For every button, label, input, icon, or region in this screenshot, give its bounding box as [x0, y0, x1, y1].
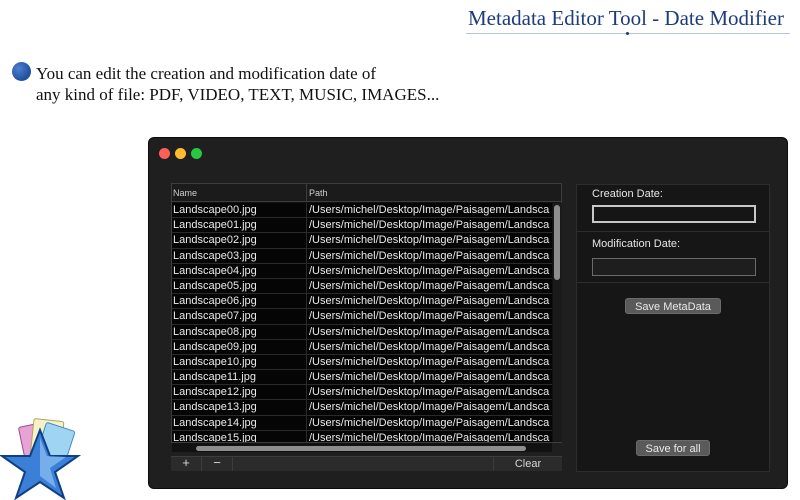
horizontal-scroll-thumb[interactable] — [196, 446, 526, 451]
file-name-cell[interactable]: Landscape00.jpg — [173, 203, 305, 217]
save-for-all-button[interactable]: Save for all — [636, 440, 710, 456]
promo-description: You can edit the creation and modificati… — [36, 63, 439, 105]
file-path-cell[interactable]: /Users/michel/Desktop/Image/Paisagem/Lan… — [309, 218, 550, 232]
table-header: Name Path — [172, 184, 561, 202]
file-path-cell[interactable]: /Users/michel/Desktop/Image/Paisagem/Lan… — [309, 385, 550, 399]
table-row[interactable]: Landscape07.jpg/Users/michel/Desktop/Ima… — [172, 309, 552, 325]
file-name-cell[interactable]: Landscape03.jpg — [173, 249, 305, 263]
table-rows: Landscape00.jpg/Users/michel/Desktop/Ima… — [172, 203, 552, 442]
column-divider — [306, 415, 307, 430]
table-row[interactable]: Landscape10.jpg/Users/michel/Desktop/Ima… — [172, 354, 552, 371]
file-name-cell[interactable]: Landscape14.jpg — [173, 416, 305, 430]
column-divider — [306, 263, 307, 278]
column-divider — [306, 324, 307, 339]
file-path-cell[interactable]: /Users/michel/Desktop/Image/Paisagem/Lan… — [309, 340, 550, 354]
column-divider — [306, 385, 307, 400]
column-header-path[interactable]: Path — [309, 188, 328, 198]
file-name-cell[interactable]: Landscape09.jpg — [173, 340, 305, 354]
column-divider — [306, 370, 307, 385]
file-path-cell[interactable]: /Users/michel/Desktop/Image/Paisagem/Lan… — [309, 233, 550, 247]
save-metadata-button[interactable]: Save MetaData — [625, 298, 721, 314]
column-divider — [306, 339, 307, 354]
file-path-cell[interactable]: /Users/michel/Desktop/Image/Paisagem/Lan… — [309, 249, 550, 263]
column-divider — [306, 400, 307, 415]
vertical-scroll-thumb[interactable] — [554, 205, 560, 280]
column-divider — [306, 354, 307, 370]
file-path-cell[interactable]: /Users/michel/Desktop/Image/Paisagem/Lan… — [309, 400, 550, 414]
table-row[interactable]: Landscape00.jpg/Users/michel/Desktop/Ima… — [172, 203, 552, 219]
promo-title: Metadata Editor Tool - Date Modifier — [468, 6, 784, 30]
table-row[interactable]: Landscape11.jpg/Users/michel/Desktop/Ima… — [172, 370, 552, 386]
file-name-cell[interactable]: Landscape13.jpg — [173, 400, 305, 414]
app-window: Name Path Landscape00.jpg/Users/michel/D… — [149, 138, 787, 488]
table-toolbar: + − Clear — [171, 456, 562, 471]
file-path-cell[interactable]: /Users/michel/Desktop/Image/Paisagem/Lan… — [309, 309, 550, 323]
modification-date-label: Modification Date: — [592, 238, 681, 250]
file-path-cell[interactable]: /Users/michel/Desktop/Image/Paisagem/Lan… — [309, 294, 550, 308]
file-name-cell[interactable]: Landscape02.jpg — [173, 233, 305, 247]
column-divider — [306, 248, 307, 263]
modification-date-field[interactable] — [592, 258, 756, 276]
column-header-name[interactable]: Name — [173, 188, 197, 198]
table-row[interactable]: Landscape01.jpg/Users/michel/Desktop/Ima… — [172, 218, 552, 234]
table-row[interactable]: Landscape13.jpg/Users/michel/Desktop/Ima… — [172, 400, 552, 416]
column-divider — [306, 294, 307, 309]
divider — [577, 282, 769, 283]
file-name-cell[interactable]: Landscape08.jpg — [173, 325, 305, 339]
table-row[interactable]: Landscape04.jpg/Users/michel/Desktop/Ima… — [172, 263, 552, 279]
file-name-cell[interactable]: Landscape11.jpg — [173, 370, 305, 384]
column-divider — [306, 430, 307, 442]
table-row[interactable]: Landscape03.jpg/Users/michel/Desktop/Ima… — [172, 248, 552, 264]
file-path-cell[interactable]: /Users/michel/Desktop/Image/Paisagem/Lan… — [309, 355, 550, 369]
file-table[interactable]: Name Path Landscape00.jpg/Users/michel/D… — [171, 183, 562, 452]
window-maximize-button[interactable] — [191, 148, 202, 159]
file-name-cell[interactable]: Landscape06.jpg — [173, 294, 305, 308]
column-divider — [306, 203, 307, 218]
table-row[interactable]: Landscape06.jpg/Users/michel/Desktop/Ima… — [172, 294, 552, 310]
file-name-cell[interactable]: Landscape07.jpg — [173, 309, 305, 323]
promo-line-2: any kind of file: PDF, VIDEO, TEXT, MUSI… — [36, 85, 440, 104]
file-name-cell[interactable]: Landscape12.jpg — [173, 385, 305, 399]
file-path-cell[interactable]: /Users/michel/Desktop/Image/Paisagem/Lan… — [309, 431, 550, 442]
window-titlebar[interactable] — [149, 138, 787, 168]
clear-button[interactable]: Clear — [493, 457, 562, 471]
table-row[interactable]: Landscape12.jpg/Users/michel/Desktop/Ima… — [172, 385, 552, 401]
add-file-button[interactable]: + — [171, 456, 202, 471]
table-row[interactable]: Landscape08.jpg/Users/michel/Desktop/Ima… — [172, 324, 552, 340]
creation-date-field[interactable] — [592, 205, 756, 223]
bullet-dot-icon — [12, 62, 31, 81]
promo-line-1: You can edit the creation and modificati… — [36, 64, 377, 83]
file-name-cell[interactable]: Landscape04.jpg — [173, 264, 305, 278]
column-divider[interactable] — [306, 184, 307, 202]
date-editor-panel: Creation Date: Modification Date: Save M… — [576, 184, 770, 472]
file-path-cell[interactable]: /Users/michel/Desktop/Image/Paisagem/Lan… — [309, 203, 550, 217]
star-logo-icon — [0, 418, 82, 500]
file-name-cell[interactable]: Landscape01.jpg — [173, 218, 305, 232]
divider — [577, 231, 769, 232]
file-path-cell[interactable]: /Users/michel/Desktop/Image/Paisagem/Lan… — [309, 325, 550, 339]
column-divider — [306, 278, 307, 294]
window-close-button[interactable] — [159, 148, 170, 159]
title-underline-mark — [626, 32, 629, 35]
column-divider — [306, 309, 307, 324]
remove-file-button[interactable]: − — [202, 456, 233, 471]
file-name-cell[interactable]: Landscape05.jpg — [173, 279, 305, 293]
table-row[interactable]: Landscape15.jpg/Users/michel/Desktop/Ima… — [172, 430, 552, 442]
table-row[interactable]: Landscape05.jpg/Users/michel/Desktop/Ima… — [172, 278, 552, 295]
file-path-cell[interactable]: /Users/michel/Desktop/Image/Paisagem/Lan… — [309, 264, 550, 278]
column-divider — [306, 233, 307, 248]
creation-date-label: Creation Date: — [592, 188, 663, 200]
table-row[interactable]: Landscape09.jpg/Users/michel/Desktop/Ima… — [172, 339, 552, 355]
table-row[interactable]: Landscape02.jpg/Users/michel/Desktop/Ima… — [172, 233, 552, 249]
file-path-cell[interactable]: /Users/michel/Desktop/Image/Paisagem/Lan… — [309, 416, 550, 430]
file-name-cell[interactable]: Landscape15.jpg — [173, 431, 305, 442]
file-name-cell[interactable]: Landscape10.jpg — [173, 355, 305, 369]
file-path-cell[interactable]: /Users/michel/Desktop/Image/Paisagem/Lan… — [309, 370, 550, 384]
column-divider — [306, 218, 307, 233]
table-row[interactable]: Landscape14.jpg/Users/michel/Desktop/Ima… — [172, 415, 552, 431]
file-path-cell[interactable]: /Users/michel/Desktop/Image/Paisagem/Lan… — [309, 279, 550, 293]
window-minimize-button[interactable] — [175, 148, 186, 159]
